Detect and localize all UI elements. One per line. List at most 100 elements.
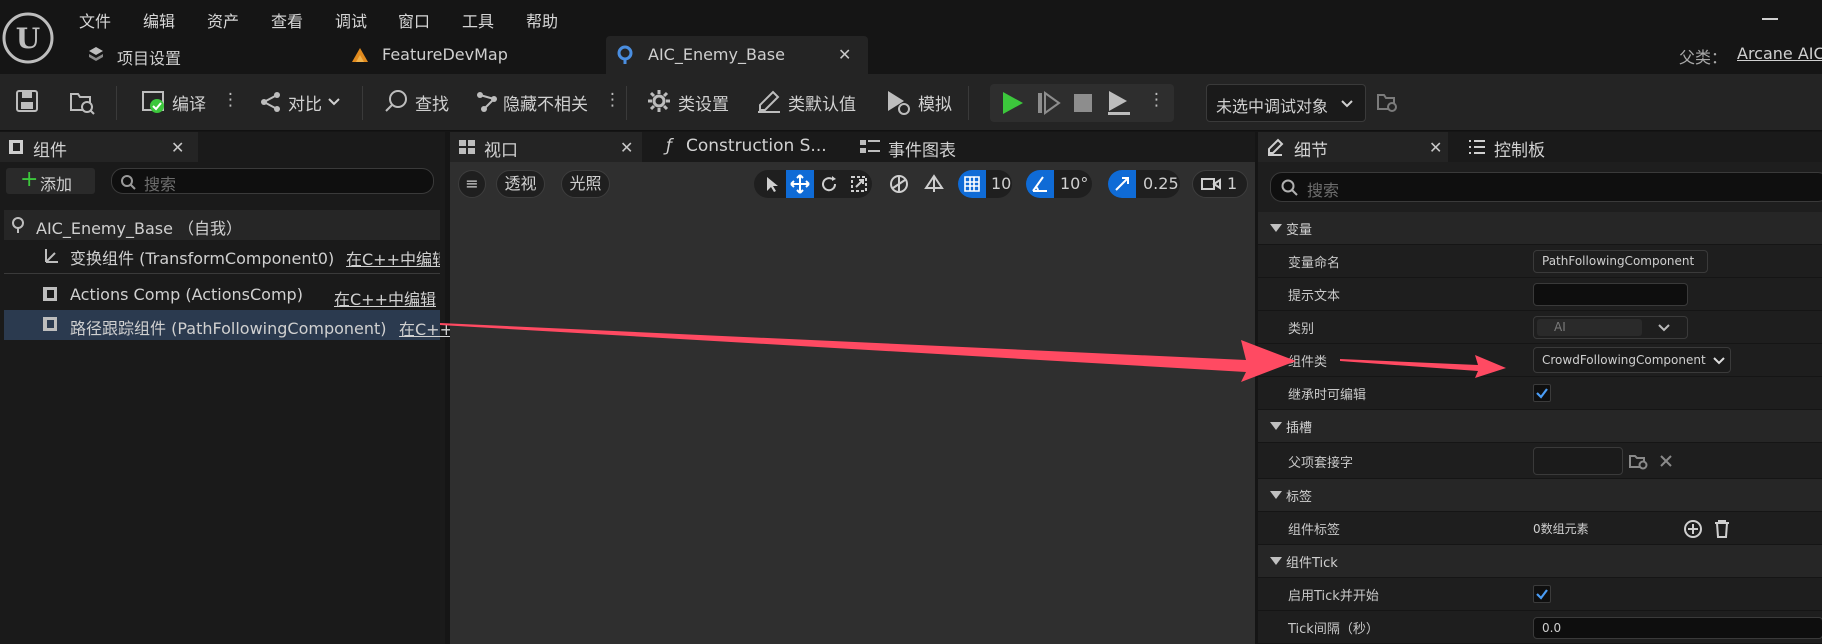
svg-text:U: U: [16, 22, 40, 55]
tooltip-field[interactable]: [1533, 283, 1688, 306]
step-icon[interactable]: [1035, 90, 1061, 116]
tab-aic-enemy-base[interactable]: AIC_Enemy_Base ✕: [606, 36, 868, 74]
edit-in-cpp-link[interactable]: 在C++中编辑: [346, 246, 440, 270]
prop-label: 启用Tick并开始: [1288, 589, 1379, 604]
lighting-button[interactable]: 光照: [561, 170, 610, 198]
class-defaults-button[interactable]: 类默认值: [788, 90, 856, 115]
clear-icon[interactable]: [1659, 454, 1673, 468]
component-row-actions[interactable]: Actions Comp (ActionsComp) 在C++中编辑: [4, 280, 440, 310]
grid-icon: [964, 176, 980, 192]
diff-button[interactable]: 对比: [288, 90, 322, 115]
play-icon[interactable]: [999, 90, 1025, 116]
prop-row-tick-interval: Tick间隔（秒） 0.0: [1258, 611, 1822, 644]
prop-label: 组件类: [1288, 355, 1328, 370]
rotation-snap-value[interactable]: 10°: [1060, 174, 1088, 193]
category-component-tick[interactable]: 组件Tick: [1258, 545, 1822, 578]
tick-interval-field[interactable]: 0.0: [1533, 617, 1822, 639]
tab-close-icon[interactable]: ✕: [838, 45, 851, 64]
parent-class-link[interactable]: Arcane AIC: [1737, 44, 1822, 63]
variable-name-field[interactable]: PathFollowingComponent: [1533, 250, 1708, 273]
category-tags[interactable]: 标签: [1258, 479, 1822, 512]
menu-tools[interactable]: 工具: [462, 8, 494, 32]
menu-help[interactable]: 帮助: [526, 8, 558, 32]
play-options-icon[interactable]: ⋮: [1148, 90, 1165, 110]
camera-icon: [1201, 178, 1221, 190]
menu-file[interactable]: 文件: [79, 8, 111, 32]
scale-icon[interactable]: [850, 175, 868, 193]
details-search-input[interactable]: 搜索: [1270, 172, 1822, 202]
menu-debug[interactable]: 调试: [335, 8, 367, 32]
hide-unrelated-button[interactable]: 隐藏不相关: [503, 90, 588, 115]
category-sockets[interactable]: 插槽: [1258, 410, 1822, 443]
compile-options-icon[interactable]: ⋮: [222, 90, 239, 110]
add-element-icon[interactable]: [1683, 519, 1703, 539]
component-tags-value: 0数组元素: [1533, 522, 1589, 536]
find-button[interactable]: 查找: [415, 90, 449, 115]
class-settings-button[interactable]: 类设置: [678, 90, 729, 115]
scale-snap-value[interactable]: 0.25: [1143, 174, 1179, 193]
minimize-icon[interactable]: [1762, 18, 1778, 20]
translate-tool[interactable]: [786, 170, 814, 198]
settings-icon: [89, 47, 103, 61]
coordinate-space-icon[interactable]: [887, 172, 911, 196]
tab-palette[interactable]: 控制板: [1468, 132, 1588, 162]
tab-event-graph[interactable]: 事件图表: [860, 132, 1020, 162]
search-placeholder: 搜索: [144, 175, 177, 194]
camera-speed-button[interactable]: 1: [1192, 170, 1248, 198]
component-row-transform[interactable]: 变换组件 (TransformComponent0) 在C++中编辑: [4, 240, 440, 270]
gear-icon: [648, 90, 670, 112]
tab-feature-dev-map[interactable]: FeatureDevMap: [340, 36, 590, 74]
debug-object-dropdown[interactable]: 未选中调试对象: [1206, 84, 1366, 122]
simulate-button[interactable]: 模拟: [918, 90, 952, 115]
rotation-snap-toggle[interactable]: [1026, 170, 1054, 198]
perspective-button[interactable]: 透视: [496, 170, 545, 198]
component-class-dropdown[interactable]: CrowdFollowingComponent: [1533, 347, 1731, 373]
component-row-path-following[interactable]: 路径跟踪组件 (PathFollowingComponent) 在C++: [4, 310, 453, 340]
rotate-icon[interactable]: [820, 175, 838, 193]
grid-snap-toggle[interactable]: [958, 170, 986, 198]
add-label: 添加: [40, 175, 73, 194]
components-search-input[interactable]: 搜索: [111, 168, 434, 194]
unreal-logo[interactable]: U: [0, 10, 56, 66]
browse-socket-icon[interactable]: [1628, 452, 1648, 470]
tab-details[interactable]: 细节 ✕: [1258, 132, 1448, 162]
category-variable[interactable]: 变量: [1258, 212, 1822, 245]
close-icon[interactable]: ✕: [171, 138, 184, 157]
menu-asset[interactable]: 资产: [207, 8, 239, 32]
ai-controller-icon: [617, 45, 633, 64]
scale-snap-icon: [1115, 177, 1129, 191]
tab-viewport[interactable]: 视口 ✕: [450, 132, 642, 162]
component-row-self[interactable]: AIC_Enemy_Base （自我）: [4, 210, 440, 240]
tab-project-settings[interactable]: 项目设置: [72, 36, 312, 74]
components-title: 组件: [33, 141, 67, 161]
eject-icon[interactable]: [1105, 88, 1133, 116]
grid-snap-value[interactable]: 10: [991, 174, 1011, 193]
trash-icon[interactable]: [1713, 519, 1731, 539]
close-icon[interactable]: ✕: [1429, 138, 1442, 157]
browse-icon[interactable]: [68, 88, 96, 116]
parent-socket-field[interactable]: [1533, 447, 1623, 475]
add-component-button[interactable]: + 添加: [6, 168, 95, 194]
category-combo[interactable]: AI: [1533, 316, 1688, 339]
start-with-tick-checkbox[interactable]: [1533, 585, 1551, 603]
collapse-arrow-icon: [1270, 491, 1282, 499]
find-options-icon[interactable]: ⋮: [604, 90, 621, 110]
compile-icon[interactable]: [140, 87, 168, 115]
save-icon[interactable]: [14, 88, 40, 114]
menu-window[interactable]: 窗口: [398, 8, 430, 32]
browse-debug-icon[interactable]: [1375, 90, 1399, 114]
scale-snap-toggle[interactable]: [1108, 170, 1136, 198]
edit-in-cpp-link[interactable]: 在C++中编辑: [334, 286, 436, 310]
surface-snap-icon[interactable]: [922, 172, 946, 196]
tab-components[interactable]: 组件 ✕: [0, 132, 198, 162]
menu-edit[interactable]: 编辑: [143, 8, 175, 32]
tab-construction-script[interactable]: ƒ Construction S...: [660, 132, 840, 162]
editable-when-inherited-checkbox[interactable]: [1533, 384, 1551, 402]
select-icon[interactable]: [763, 175, 781, 193]
viewport-options-button[interactable]: ≡: [458, 170, 486, 198]
compile-button[interactable]: 编译: [172, 90, 206, 115]
close-icon[interactable]: ✕: [620, 138, 633, 157]
menu-view[interactable]: 查看: [271, 8, 303, 32]
stop-icon[interactable]: [1070, 90, 1096, 116]
edit-in-cpp-link[interactable]: 在C++: [399, 316, 453, 340]
